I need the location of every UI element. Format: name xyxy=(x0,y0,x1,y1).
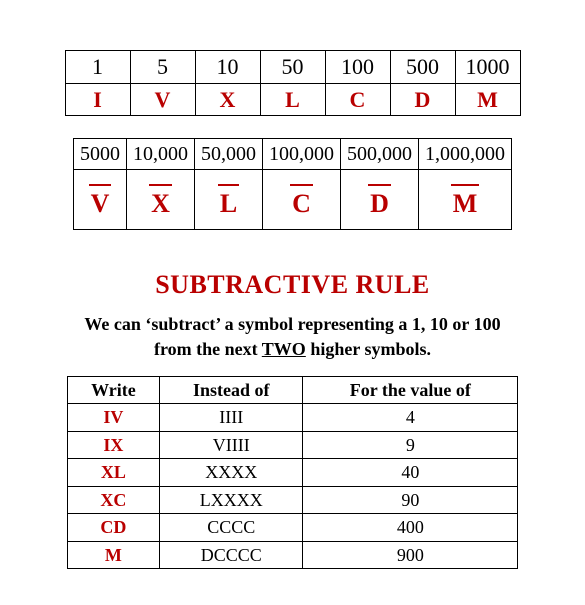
large-arabic-row: 5000 10,000 50,000 100,000 500,000 1,000… xyxy=(74,139,512,170)
sub-value-cell: 400 xyxy=(303,514,518,542)
sub-write-cell: IV xyxy=(67,404,159,432)
lead-two: TWO xyxy=(262,339,306,359)
sub-instead-cell: XXXX xyxy=(160,459,303,487)
sub-write-cell: M xyxy=(67,541,159,569)
basic-arabic-cell: 50 xyxy=(260,51,325,84)
overline-roman: C xyxy=(292,186,311,219)
overline-roman: V xyxy=(91,186,110,219)
subtractive-table: Write Instead of For the value of IV III… xyxy=(67,376,519,570)
large-roman-cell: D xyxy=(341,170,419,230)
large-roman-cell: V xyxy=(74,170,127,230)
sub-instead-cell: VIIII xyxy=(160,431,303,459)
sub-value-cell: 90 xyxy=(303,486,518,514)
large-arabic-cell: 10,000 xyxy=(127,139,195,170)
basic-arabic-cell: 1 xyxy=(65,51,130,84)
sub-write-cell: XL xyxy=(67,459,159,487)
basic-arabic-cell: 1000 xyxy=(455,51,520,84)
table-row: M DCCCC 900 xyxy=(67,541,518,569)
basic-arabic-cell: 10 xyxy=(195,51,260,84)
large-roman-row: V X L C D M xyxy=(74,170,512,230)
overline-roman: D xyxy=(370,186,389,219)
overline-roman: X xyxy=(151,186,170,219)
table-row: IX VIIII 9 xyxy=(67,431,518,459)
sub-instead-cell: IIII xyxy=(160,404,303,432)
basic-roman-cell: I xyxy=(65,83,130,116)
sub-write-cell: XC xyxy=(67,486,159,514)
large-arabic-cell: 5000 xyxy=(74,139,127,170)
basic-arabic-cell: 5 xyxy=(130,51,195,84)
large-roman-cell: C xyxy=(263,170,341,230)
sub-value-cell: 40 xyxy=(303,459,518,487)
sub-instead-cell: DCCCC xyxy=(160,541,303,569)
basic-roman-cell: C xyxy=(325,83,390,116)
sub-value-cell: 4 xyxy=(303,404,518,432)
basic-arabic-cell: 500 xyxy=(390,51,455,84)
large-arabic-cell: 1,000,000 xyxy=(419,139,512,170)
sub-write-cell: IX xyxy=(67,431,159,459)
basic-roman-cell: L xyxy=(260,83,325,116)
sub-header-write: Write xyxy=(67,376,159,404)
large-roman-cell: L xyxy=(195,170,263,230)
subtractive-rule-heading: SUBTRACTIVE RULE xyxy=(30,270,555,300)
sub-write-cell: CD xyxy=(67,514,159,542)
large-roman-cell: M xyxy=(419,170,512,230)
basic-arabic-cell: 100 xyxy=(325,51,390,84)
lead-sentence: We can ‘subtract’ a symbol representing … xyxy=(70,312,515,362)
basic-roman-cell: M xyxy=(455,83,520,116)
lead-post: higher symbols. xyxy=(306,339,431,359)
table-row: CD CCCC 400 xyxy=(67,514,518,542)
table-row: XL XXXX 40 xyxy=(67,459,518,487)
sub-value-cell: 9 xyxy=(303,431,518,459)
large-numerals-table: 5000 10,000 50,000 100,000 500,000 1,000… xyxy=(73,138,512,230)
sub-header-value: For the value of xyxy=(303,376,518,404)
sub-value-cell: 900 xyxy=(303,541,518,569)
overline-roman: L xyxy=(220,186,237,219)
table-row: XC LXXXX 90 xyxy=(67,486,518,514)
basic-roman-row: I V X L C D M xyxy=(65,83,520,116)
large-arabic-cell: 500,000 xyxy=(341,139,419,170)
sub-instead-cell: CCCC xyxy=(160,514,303,542)
basic-roman-cell: V xyxy=(130,83,195,116)
basic-numerals-table: 1 5 10 50 100 500 1000 I V X L C D M xyxy=(65,50,521,116)
sub-header-row: Write Instead of For the value of xyxy=(67,376,518,404)
page: 1 5 10 50 100 500 1000 I V X L C D M 500… xyxy=(0,0,585,589)
sub-header-instead: Instead of xyxy=(160,376,303,404)
table-row: IV IIII 4 xyxy=(67,404,518,432)
basic-roman-cell: D xyxy=(390,83,455,116)
sub-instead-cell: LXXXX xyxy=(160,486,303,514)
large-arabic-cell: 50,000 xyxy=(195,139,263,170)
basic-roman-cell: X xyxy=(195,83,260,116)
large-arabic-cell: 100,000 xyxy=(263,139,341,170)
large-roman-cell: X xyxy=(127,170,195,230)
overline-roman: M xyxy=(453,186,478,219)
basic-arabic-row: 1 5 10 50 100 500 1000 xyxy=(65,51,520,84)
